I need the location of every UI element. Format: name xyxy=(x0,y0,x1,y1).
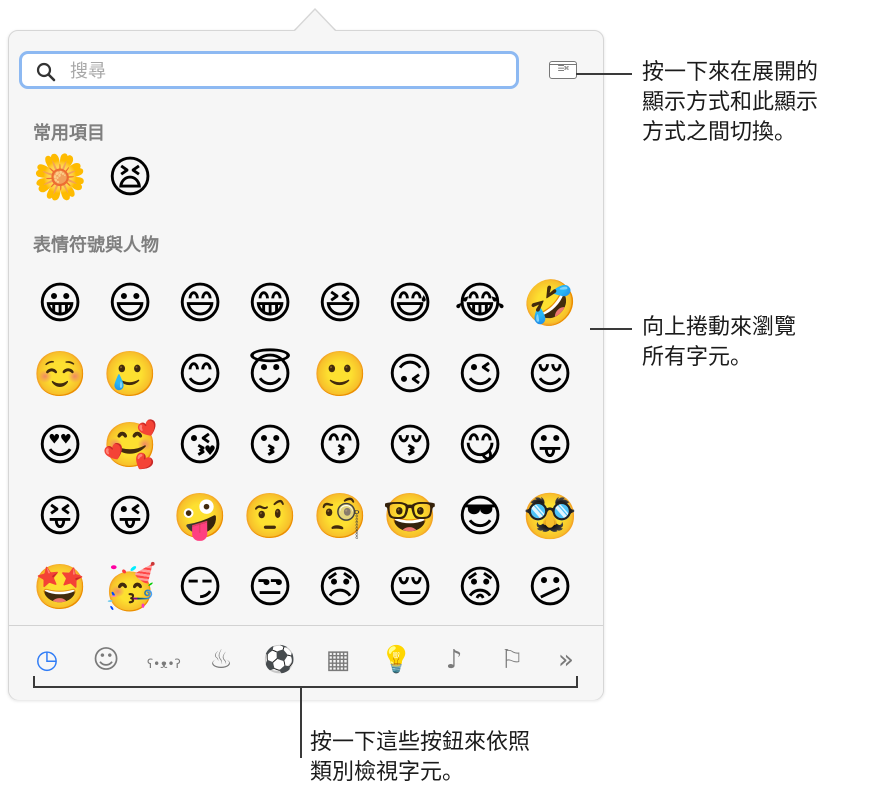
scroll-callout-line xyxy=(590,328,632,330)
burger-icon: ♨ xyxy=(209,645,233,675)
tab-smileys[interactable]: ☺ xyxy=(90,644,122,676)
emoji-cell[interactable]: 😏 xyxy=(165,557,235,619)
categories-callout-text: 按一下這些按鈕來依照 類別檢視字元。 xyxy=(310,728,530,788)
emoji-cell[interactable]: 🥲 xyxy=(95,344,165,406)
emoji-cell[interactable]: 😋 xyxy=(445,415,515,477)
callout-toggle-lines: 按一下來在展開的 顯示方式和此顯示 方式之間切換。 xyxy=(642,58,818,148)
emoji-cell[interactable]: 😝 xyxy=(25,486,95,548)
emoji-row: 😝 😜 🤪 🤨 🧐 🤓 😎 🥸 xyxy=(25,486,585,548)
frequent-section-title: 常用項目 xyxy=(33,123,105,144)
search-input[interactable] xyxy=(68,57,492,85)
callout-line: 方式之間切換。 xyxy=(642,120,797,145)
emoji-cell[interactable]: 😒 xyxy=(235,557,305,619)
emoji-cell[interactable]: 🙂 xyxy=(305,344,375,406)
scroll-callout-text: 向上捲動來瀏覽 所有字元。 xyxy=(642,313,796,373)
emoji-grid[interactable]: 😀 😃 😄 😁 😆 😅 😂 🤣 ☺️ 🥲 😊 😇 🙂 🙃 😉 😌 😍 🥰 😘 😗 😙 😚 😋 😛 😝 😜 🤪 🤨 🧐 🤓 😎 🥸 🤩 🥳 😏 😒 😞 😔 😟… xyxy=(9,269,603,625)
emoji-row: 😍 🥰 😘 😗 😙 😚 😋 😛 xyxy=(25,415,585,477)
emoji-cell[interactable]: 😙 xyxy=(305,415,375,477)
toggle-callout-text: 按一下來在展開的 顯示方式和此顯示 方式之間切換。 xyxy=(642,58,818,148)
tab-objects[interactable]: 💡 xyxy=(380,644,412,676)
emoji-cell[interactable]: 🤩 xyxy=(25,557,95,619)
toggle-callout-line xyxy=(576,73,632,75)
callout-scroll-lines: 向上捲動來瀏覽 所有字元。 xyxy=(642,313,796,373)
flag-icon: ⚐ xyxy=(500,645,524,675)
emoji-cell[interactable]: 😅 xyxy=(375,273,445,335)
emoji-cell[interactable]: 😍 xyxy=(25,415,95,477)
emoji-cell[interactable]: 😛 xyxy=(515,415,585,477)
emoji-cell[interactable]: 🥳 xyxy=(95,557,165,619)
emoji-cell[interactable]: 🥸 xyxy=(515,486,585,548)
emoji-cell[interactable]: 😇 xyxy=(235,344,305,406)
emoji-cell[interactable]: 😕 xyxy=(515,557,585,619)
emoji-cell[interactable]: 😆 xyxy=(305,273,375,335)
search-icon xyxy=(36,62,56,82)
emoji-cell[interactable]: 😞 xyxy=(305,557,375,619)
emoji-cell[interactable]: 🌼 xyxy=(25,147,95,209)
tab-more[interactable]: » xyxy=(550,644,582,676)
tabs-bracket-left xyxy=(33,676,35,688)
building-icon: ▦ xyxy=(325,645,351,675)
emoji-cell[interactable]: 😌 xyxy=(515,344,585,406)
emoji-cell[interactable]: 😔 xyxy=(375,557,445,619)
symbols-icon: ♪ xyxy=(445,645,463,675)
emoji-cell[interactable]: 😗 xyxy=(235,415,305,477)
callout-categories-lines: 按一下這些按鈕來依照 類別檢視字元。 xyxy=(310,728,530,788)
emoji-cell[interactable]: 😜 xyxy=(95,486,165,548)
emoji-cell[interactable]: 😉 xyxy=(445,344,515,406)
tab-animals[interactable]: ʕ•ᴥ•ʔ xyxy=(147,644,181,676)
callout-line: 顯示方式和此顯示 xyxy=(642,90,819,115)
tabs-callout-line xyxy=(300,688,302,758)
callout-line: 所有字元。 xyxy=(642,345,753,370)
soccer-ball-icon: ⚽ xyxy=(263,645,296,675)
double-chevron-icon: » xyxy=(558,645,574,675)
emoji-cell[interactable]: 😄 xyxy=(165,273,235,335)
tabs-bracket-right xyxy=(576,676,578,688)
clock-icon: ◷ xyxy=(35,645,59,675)
emoji-cell[interactable]: 🤪 xyxy=(165,486,235,548)
emoji-cell[interactable]: 😂 xyxy=(445,273,515,335)
emoji-row: 🤩 🥳 😏 😒 😞 😔 😟 😕 xyxy=(25,557,585,619)
callout-line: 類別檢視字元。 xyxy=(310,760,465,785)
emoji-row: 😀 😃 😄 😁 😆 😅 😂 🤣 xyxy=(25,273,585,335)
callout-line: 向上捲動來瀏覽 xyxy=(642,315,797,340)
category-tab-bar: ◷ ☺ ʕ•ᴥ•ʔ ♨ ⚽ ▦ 💡 ♪ ⚐ » xyxy=(9,625,603,700)
smiley-icon: ☺ xyxy=(92,645,120,675)
smileys-section-title: 表情符號與人物 xyxy=(33,235,159,256)
emoji-cell[interactable]: 🤣 xyxy=(515,273,585,335)
tab-food[interactable]: ♨ xyxy=(205,644,237,676)
emoji-cell[interactable]: 😎 xyxy=(445,486,515,548)
callout-line: 按一下這些按鈕來依照 xyxy=(310,730,531,755)
tab-travel[interactable]: ▦ xyxy=(322,644,354,676)
lightbulb-icon: 💡 xyxy=(380,645,413,675)
emoji-cell[interactable]: 🙃 xyxy=(375,344,445,406)
bear-icon: ʕ•ᴥ•ʔ xyxy=(147,657,181,671)
emoji-cell[interactable]: 😫 xyxy=(95,147,165,209)
emoji-cell[interactable]: 😟 xyxy=(445,557,515,619)
tab-flags[interactable]: ⚐ xyxy=(496,644,528,676)
emoji-cell[interactable]: 🧐 xyxy=(305,486,375,548)
emoji-cell[interactable]: 😁 xyxy=(235,273,305,335)
emoji-row: ☺️ 🥲 😊 😇 🙂 🙃 😉 😌 xyxy=(25,344,585,406)
emoji-cell[interactable]: 🤓 xyxy=(375,486,445,548)
emoji-cell[interactable]: 😊 xyxy=(165,344,235,406)
tabs-bracket-line xyxy=(33,686,578,688)
emoji-cell[interactable]: ☺️ xyxy=(25,344,95,406)
character-viewer-panel: ☰⌘ 常用項目 🌼 😫 表情符號與人物 😀😃😄😁😆😅😂🤣 ☺️🥲😊😇🙂🙃😉😌 😍🥰😘… xyxy=(8,10,604,700)
emoji-cell[interactable]: 🥰 xyxy=(95,415,165,477)
callout-line: 按一下來在展開的 xyxy=(642,60,819,85)
emoji-cell[interactable]: 🤨 xyxy=(235,486,305,548)
emoji-cell[interactable]: 😀 xyxy=(25,273,95,335)
emoji-cell[interactable]: 😃 xyxy=(95,273,165,335)
emoji-cell[interactable]: 😚 xyxy=(375,415,445,477)
view-toggle-button[interactable]: ☰⌘ xyxy=(549,61,577,79)
tab-recent[interactable]: ◷ xyxy=(31,644,63,676)
search-field[interactable] xyxy=(19,51,519,89)
frequent-emoji-row: 🌼 😫 xyxy=(25,147,165,209)
tab-symbols[interactable]: ♪ xyxy=(438,644,470,676)
emoji-cell[interactable]: 😘 xyxy=(165,415,235,477)
tab-activity[interactable]: ⚽ xyxy=(263,644,295,676)
popover-caret-fill xyxy=(294,10,336,32)
